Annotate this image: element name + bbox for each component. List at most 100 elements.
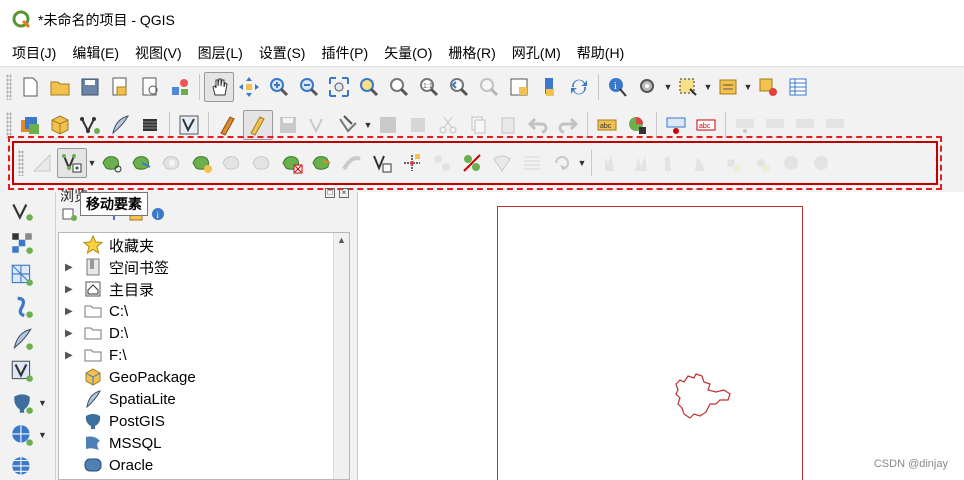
rotate-label-button[interactable] — [790, 110, 820, 140]
wms-dropdown-icon[interactable]: ▼ — [38, 430, 47, 440]
zoom-full-button[interactable] — [324, 72, 354, 102]
merge-features-button[interactable] — [517, 148, 547, 178]
add-wms-layer-button[interactable] — [6, 420, 38, 450]
layer-labeling-button[interactable]: abc — [592, 110, 622, 140]
fill-ring-button[interactable] — [217, 148, 247, 178]
redo-button[interactable] — [553, 110, 583, 140]
paste-features-button[interactable] — [493, 110, 523, 140]
new-map-view-button[interactable] — [504, 72, 534, 102]
delete-ring-button[interactable] — [247, 148, 277, 178]
highlight-pinned-labels-button[interactable] — [661, 110, 691, 140]
menu-raster[interactable]: 栅格(R) — [440, 40, 503, 66]
data-source-manager-button[interactable] — [15, 110, 45, 140]
layout-manager-button[interactable] — [135, 72, 165, 102]
polygon-feature[interactable] — [670, 370, 734, 422]
add-vector-layer-button[interactable] — [6, 196, 38, 226]
toolbar-grip[interactable] — [18, 150, 24, 176]
scroll-up-icon[interactable]: ▲ — [337, 235, 346, 245]
modify-attributes-button[interactable] — [373, 110, 403, 140]
new-spatialite-layer-button[interactable] — [105, 110, 135, 140]
open-project-button[interactable] — [45, 72, 75, 102]
split-features-button[interactable] — [457, 148, 487, 178]
zoom-to-selection-button[interactable] — [354, 72, 384, 102]
move-feature-dropdown-icon[interactable]: ▼ — [87, 148, 97, 178]
add-virtual-layer-button[interactable] — [6, 356, 38, 386]
tree-scrollbar[interactable]: ▲ — [333, 233, 349, 479]
delete-selected-button[interactable] — [403, 110, 433, 140]
info-icon[interactable]: i — [150, 206, 166, 222]
select-by-value-button[interactable] — [713, 72, 743, 102]
new-shapefile-layer-button[interactable] — [75, 110, 105, 140]
chevron-right-icon[interactable]: ▶ — [65, 328, 77, 339]
current-edits-button[interactable] — [213, 110, 243, 140]
add-delimited-text-button[interactable] — [6, 292, 38, 322]
digitize-with-segment-button[interactable] — [174, 110, 204, 140]
select-features-button[interactable] — [673, 72, 703, 102]
rotate-point-symbols-button[interactable] — [547, 148, 577, 178]
cut-features-button[interactable] — [433, 110, 463, 140]
chevron-right-icon[interactable]: ▶ — [65, 284, 77, 295]
annotation-3-button[interactable] — [776, 148, 806, 178]
shape-digitize-4-button[interactable] — [686, 148, 716, 178]
annotation-4-button[interactable] — [806, 148, 836, 178]
tree-item-spatialite[interactable]: SpatiaLite — [59, 388, 176, 410]
add-postgis-layer-button[interactable] — [6, 388, 38, 418]
tree-item-oracle[interactable]: Oracle — [59, 454, 153, 476]
tree-item-drive-c[interactable]: ▶ C:\ — [59, 300, 128, 322]
tree-item-spatial-bookmarks[interactable]: ▶ 空间书签 — [59, 256, 169, 278]
tree-item-drive-f[interactable]: ▶ F:\ — [59, 344, 127, 366]
tree-item-postgis[interactable]: PostGIS — [59, 410, 165, 432]
menu-plugins[interactable]: 插件(P) — [313, 40, 376, 66]
split-parts-button[interactable] — [427, 148, 457, 178]
toggle-editing-button[interactable] — [243, 110, 273, 140]
vertex-tool-dropdown-icon[interactable]: ▼ — [363, 110, 373, 140]
tree-item-mssql[interactable]: MSSQL — [59, 432, 162, 454]
tree-item-favorites[interactable]: 收藏夹 — [59, 234, 154, 256]
new-virtual-layer-button[interactable] — [135, 110, 165, 140]
chevron-right-icon[interactable]: ▶ — [65, 306, 77, 317]
add-spatialite-layer-button[interactable] — [6, 324, 38, 354]
annotation-2-button[interactable] — [746, 148, 776, 178]
pan-to-selection-button[interactable] — [234, 72, 264, 102]
save-layer-edits-button[interactable] — [273, 110, 303, 140]
tree-item-geopackage[interactable]: GeoPackage — [59, 366, 196, 388]
zoom-out-button[interactable] — [294, 72, 324, 102]
menu-edit[interactable]: 编辑(E) — [64, 40, 127, 66]
annotation-1-button[interactable] — [716, 148, 746, 178]
pan-map-button[interactable] — [204, 72, 234, 102]
merge-attributes-button[interactable] — [487, 148, 517, 178]
menu-mesh[interactable]: 网孔(M) — [504, 40, 569, 66]
vertex-tool-button[interactable] — [333, 110, 363, 140]
add-selected-layers-icon[interactable] — [62, 206, 78, 222]
refresh-button[interactable] — [564, 72, 594, 102]
add-mesh-layer-button[interactable] — [6, 260, 38, 290]
trim-extend-button[interactable] — [397, 148, 427, 178]
menu-settings[interactable]: 设置(S) — [251, 40, 314, 66]
new-print-layout-button[interactable] — [105, 72, 135, 102]
layer-diagram-button[interactable] — [622, 110, 652, 140]
style-manager-button[interactable] — [165, 72, 195, 102]
toolbar-grip[interactable] — [6, 112, 12, 138]
undo-button[interactable] — [523, 110, 553, 140]
run-action-dropdown-icon[interactable]: ▼ — [663, 72, 673, 102]
show-hide-labels-button[interactable] — [730, 110, 760, 140]
menu-view[interactable]: 视图(V) — [127, 40, 190, 66]
run-action-button[interactable] — [633, 72, 663, 102]
move-label-button[interactable] — [760, 110, 790, 140]
zoom-last-button[interactable] — [444, 72, 474, 102]
toolbar-grip[interactable] — [6, 74, 12, 100]
select-value-dropdown-icon[interactable]: ▼ — [743, 72, 753, 102]
zoom-native-button[interactable]: 1:1 — [414, 72, 444, 102]
zoom-next-button[interactable] — [474, 72, 504, 102]
attribute-table-button[interactable] — [783, 72, 813, 102]
close-panel-icon[interactable]: × — [339, 188, 349, 198]
menu-project[interactable]: 项目(J) — [4, 40, 64, 66]
add-ring-button[interactable] — [157, 148, 187, 178]
shape-digitize-1-button[interactable] — [596, 148, 626, 178]
menu-help[interactable]: 帮助(H) — [569, 40, 632, 66]
add-wcs-layer-button[interactable] — [6, 452, 38, 480]
chevron-right-icon[interactable]: ▶ — [65, 350, 77, 361]
add-feature-button[interactable] — [303, 110, 333, 140]
menu-layer[interactable]: 图层(L) — [190, 40, 251, 66]
copy-features-button[interactable] — [463, 110, 493, 140]
